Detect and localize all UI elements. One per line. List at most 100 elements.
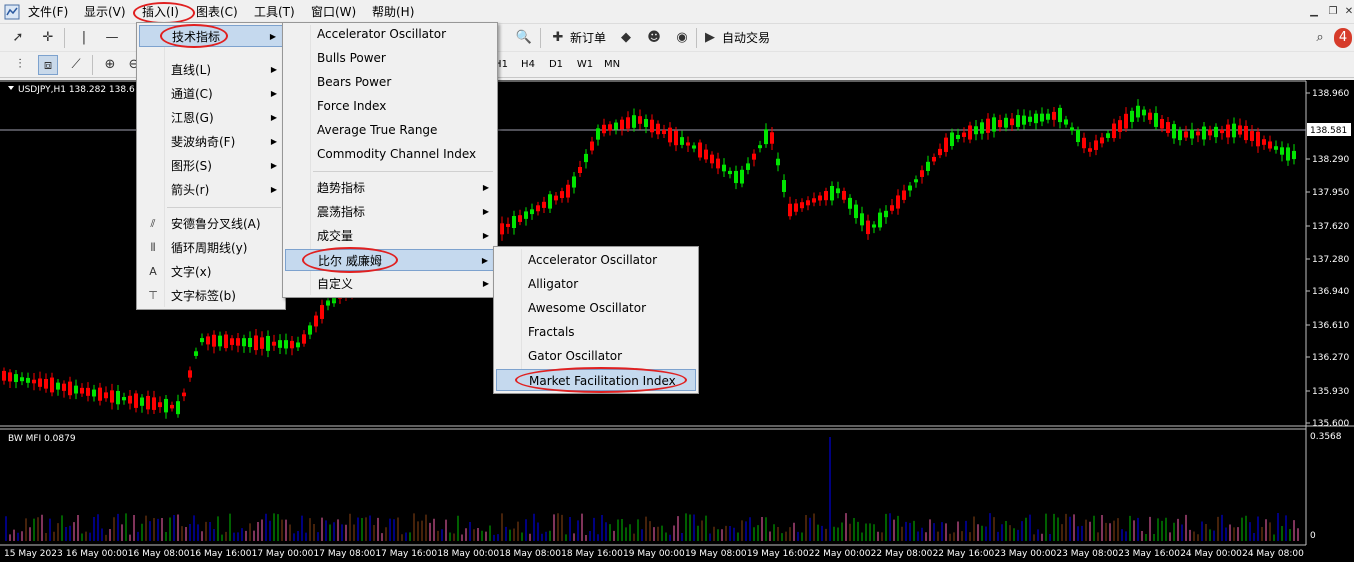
menu-item-fibonacci[interactable]: 斐波纳奇(F) ▶ — [139, 131, 283, 153]
bar-chart-icon[interactable]: ⫶ — [10, 55, 30, 75]
search-icon[interactable]: ⌕ — [1310, 28, 1330, 48]
notification-badge[interactable]: 4 — [1334, 28, 1352, 48]
candle — [656, 123, 660, 135]
menu-item-bears-power[interactable]: Bears Power — [285, 71, 495, 93]
line-chart-icon[interactable]: ⟋ — [66, 55, 86, 75]
candle — [206, 336, 210, 345]
candle — [38, 378, 42, 387]
menu-item-awesome-oscillator[interactable]: Awesome Oscillator — [496, 297, 696, 319]
menu-item-volumes[interactable]: 成交量 ▶ — [285, 225, 495, 247]
menu-item-gann[interactable]: 江恩(G) ▶ — [139, 107, 283, 129]
horizontal-line-icon[interactable]: — — [102, 28, 122, 48]
candle — [110, 390, 114, 403]
minimize-icon[interactable]: ▁ — [1307, 6, 1321, 18]
menu-item-trend[interactable]: 趋势指标 ▶ — [285, 177, 495, 199]
candle — [746, 163, 750, 170]
menu-item-force-index[interactable]: Force Index — [285, 95, 495, 117]
candle — [764, 129, 768, 145]
candle — [872, 224, 876, 228]
new-order-icon[interactable]: ✚ — [548, 28, 568, 48]
candle — [890, 205, 894, 211]
candle — [674, 130, 678, 146]
candle — [710, 154, 714, 164]
auto-trading-button[interactable]: 自动交易 — [722, 28, 770, 48]
candle — [122, 397, 126, 401]
menu-file[interactable]: 文件(F) — [28, 4, 68, 21]
candle — [278, 340, 282, 348]
menu-item-accelerator-oscillator[interactable]: Accelerator Oscillator — [285, 23, 495, 45]
menu-item-bill-williams[interactable]: 比尔 威廉姆 ▶ — [285, 249, 495, 271]
candle — [512, 215, 516, 229]
new-order-button[interactable]: 新订单 — [570, 28, 606, 48]
menu-insert[interactable]: 插入(I) — [142, 4, 179, 21]
menu-item-andrews-pitchfork[interactable]: ⫽ 安德鲁分叉线(A) — [139, 213, 283, 235]
auto-trading-icon[interactable]: ▶ — [700, 28, 720, 48]
menu-help[interactable]: 帮助(H) — [372, 4, 414, 21]
candle — [506, 223, 510, 227]
menu-window[interactable]: 窗口(W) — [311, 4, 356, 21]
menu-item-arrows[interactable]: 箭头(r) ▶ — [139, 179, 283, 201]
menu-item-commodity-channel-index[interactable]: Commodity Channel Index — [285, 143, 495, 165]
candle — [788, 203, 792, 217]
price-tick-label: 136.610 — [1312, 321, 1349, 331]
candle — [1064, 119, 1068, 125]
candle — [146, 395, 150, 410]
candle — [920, 170, 924, 177]
menu-item-technical-indicators[interactable]: 技术指标 ▶ — [139, 25, 283, 47]
candle — [1256, 131, 1260, 147]
candle — [1100, 137, 1104, 144]
menu-charts[interactable]: 图表(C) — [196, 4, 238, 21]
menu-item-average-true-range[interactable]: Average True Range — [285, 119, 495, 141]
candle — [1262, 139, 1266, 145]
candle — [818, 195, 822, 201]
time-tick-label: 16 May 16:00 — [190, 549, 252, 559]
market-watch-icon[interactable]: ◆ — [616, 28, 636, 48]
crosshair-icon[interactable]: ✛ — [38, 28, 58, 48]
menu-item-fractals[interactable]: Fractals — [496, 321, 696, 343]
candle — [86, 387, 90, 396]
candle — [1076, 129, 1080, 143]
menu-item-channels[interactable]: 通道(C) ▶ — [139, 83, 283, 105]
signals-icon[interactable]: ◉ — [672, 28, 692, 48]
candle — [1274, 146, 1278, 150]
candle — [734, 170, 738, 184]
candle — [164, 398, 168, 413]
zoom-in-icon[interactable]: ⊕ — [100, 55, 120, 75]
timeframe-mn[interactable]: MN — [599, 56, 625, 74]
candle — [1214, 126, 1218, 138]
menu-item-text-label[interactable]: ⊤ 文字标签(b) — [139, 285, 283, 307]
menu-view[interactable]: 显示(V) — [84, 4, 126, 21]
candle — [980, 122, 984, 134]
close-icon[interactable]: ✕ — [1342, 6, 1354, 18]
menu-item-custom[interactable]: 自定义 ▶ — [285, 273, 495, 295]
menu-item-bw-accelerator-oscillator[interactable]: Accelerator Oscillator — [496, 249, 696, 271]
time-tick-label: 16 May 08:00 — [128, 549, 190, 559]
timeframe-d1[interactable]: D1 — [543, 56, 569, 74]
chart-zoom-icon[interactable]: 🔍 — [514, 28, 534, 48]
timeframe-w1[interactable]: W1 — [572, 56, 598, 74]
restore-icon[interactable]: ❐ — [1326, 6, 1340, 18]
vertical-line-icon[interactable]: | — [74, 28, 94, 48]
menu-item-gator-oscillator[interactable]: Gator Oscillator — [496, 345, 696, 367]
cursor-icon[interactable]: ➚ — [8, 28, 28, 48]
navigator-icon[interactable]: ☻ — [644, 28, 664, 48]
menu-item-market-facilitation-index[interactable]: Market Facilitation Index — [496, 369, 696, 391]
text-label-icon: ⊤ — [148, 289, 158, 302]
menu-item-oscillators[interactable]: 震荡指标 ▶ — [285, 201, 495, 223]
candlestick-icon[interactable]: ⧈ — [38, 55, 58, 75]
menu-item-text[interactable]: A 文字(x) — [139, 261, 283, 283]
candle — [644, 119, 648, 127]
menu-item-lines[interactable]: 直线(L) ▶ — [139, 59, 283, 81]
menu-tools[interactable]: 工具(T) — [254, 4, 295, 21]
timeframe-h4[interactable]: H4 — [515, 56, 541, 74]
time-tick-label: 18 May 00:00 — [437, 549, 499, 559]
candle — [902, 190, 906, 200]
menu-item-cycle-lines[interactable]: ⦀ 循环周期线(y) — [139, 237, 283, 259]
candle — [152, 397, 156, 410]
menu-item-bulls-power[interactable]: Bulls Power — [285, 47, 495, 69]
candle — [770, 132, 774, 144]
menu-item-alligator[interactable]: Alligator — [496, 273, 696, 295]
candle — [218, 335, 222, 347]
candle — [128, 395, 132, 404]
menu-item-shapes[interactable]: 图形(S) ▶ — [139, 155, 283, 177]
